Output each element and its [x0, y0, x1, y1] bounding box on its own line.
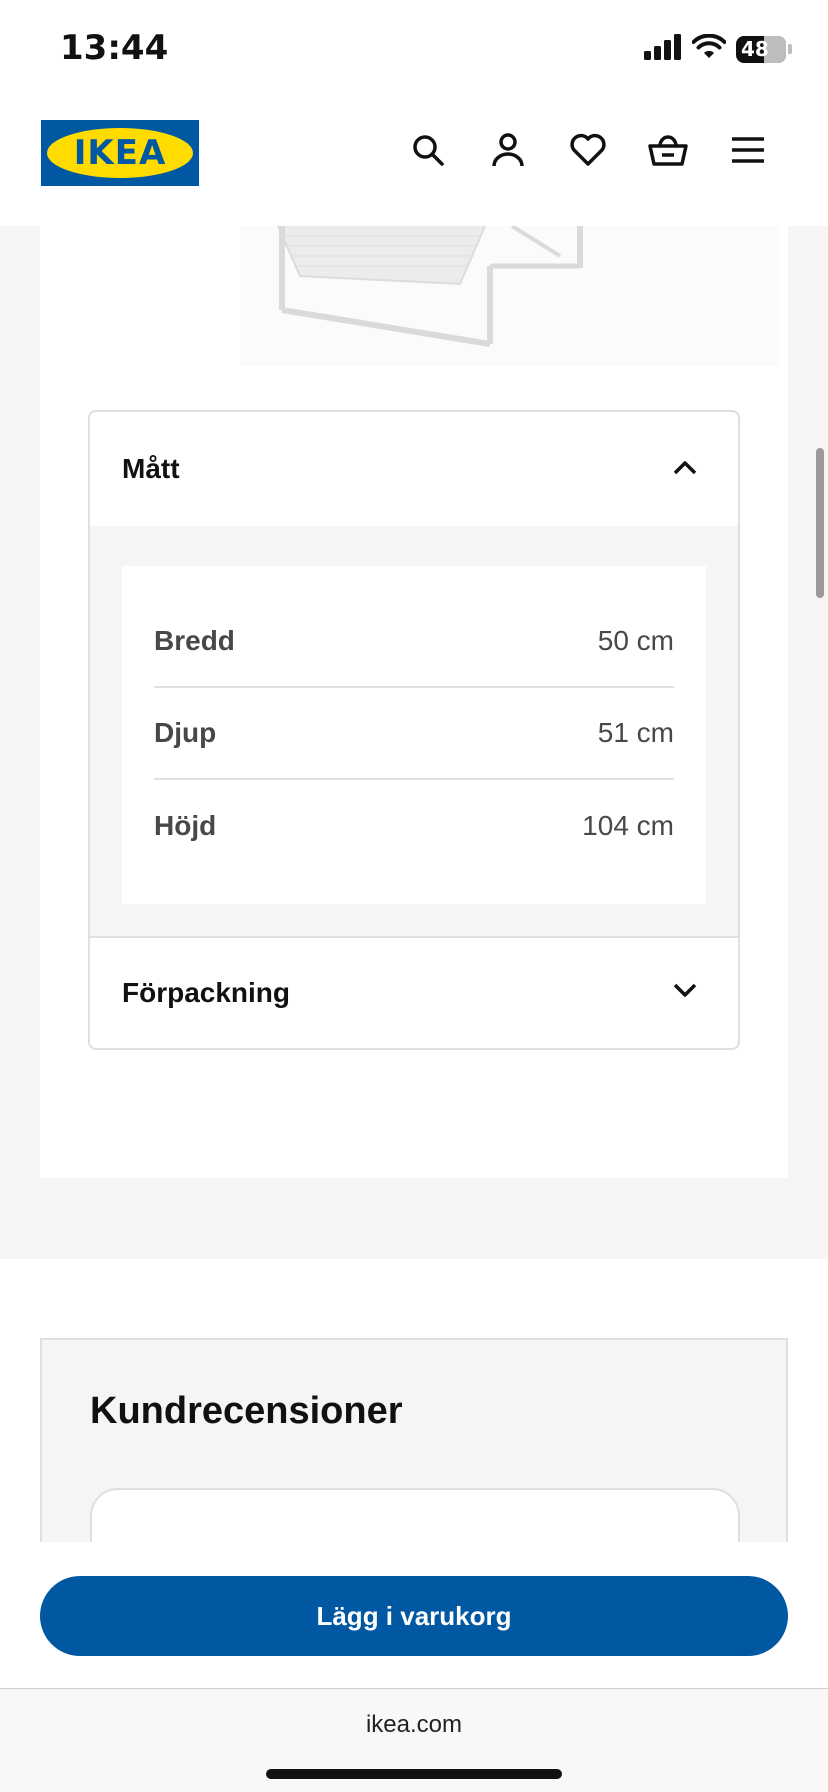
dimensions-toggle[interactable]: Mått	[90, 412, 738, 526]
dimensions-panel: Bredd 50 cm Djup 51 cm Höjd 104 cm	[90, 526, 738, 936]
browser-url-bar: ikea.com	[0, 1688, 828, 1792]
dimension-row-depth: Djup 51 cm	[154, 688, 674, 780]
dimension-row-height: Höjd 104 cm	[154, 780, 674, 872]
dimension-value: 50 cm	[597, 625, 674, 656]
logo-oval: IKEA	[47, 128, 193, 178]
logo-text: IKEA	[73, 133, 167, 173]
menu-icon[interactable]	[728, 130, 768, 170]
product-image	[240, 226, 780, 366]
dimensions-title: Mått	[122, 453, 180, 484]
dimension-label: Djup	[154, 717, 217, 748]
wifi-icon	[691, 33, 727, 65]
dimensions-list: Bredd 50 cm Djup 51 cm Höjd 104 cm	[122, 566, 706, 904]
status-time: 13:44	[60, 28, 169, 68]
site-header: IKEA	[0, 100, 828, 226]
dimension-value: 51 cm	[597, 717, 674, 748]
battery-cap	[788, 44, 792, 54]
dimension-label: Höjd	[154, 810, 217, 841]
battery-icon: 48	[736, 35, 786, 63]
cart-icon[interactable]	[648, 130, 688, 170]
dimension-label: Bredd	[154, 625, 235, 656]
search-icon[interactable]	[408, 130, 448, 170]
header-nav	[408, 130, 768, 170]
page-scrollbar[interactable]	[816, 448, 824, 598]
battery-level: 48	[741, 37, 769, 61]
status-icons: 48	[644, 33, 792, 65]
reviews-section: Kundrecensioner	[40, 1338, 788, 1542]
packaging-toggle[interactable]: Förpackning	[90, 936, 738, 1048]
heart-icon[interactable]	[568, 130, 608, 170]
account-icon[interactable]	[488, 130, 528, 170]
ikea-logo[interactable]: IKEA	[41, 120, 199, 186]
url-text[interactable]: ikea.com	[0, 1711, 828, 1739]
home-indicator[interactable]	[266, 1769, 562, 1779]
chevron-down-icon	[672, 982, 698, 1005]
dimension-row-width: Bredd 50 cm	[154, 596, 674, 688]
packaging-title: Förpackning	[122, 977, 291, 1008]
signal-icon	[644, 33, 682, 65]
reviews-title: Kundrecensioner	[90, 1390, 403, 1432]
chevron-up-icon	[672, 458, 698, 481]
dimensions-accordion: Mått Bredd 50 cm Djup 51 cm Höjd 104 cm …	[88, 410, 740, 1050]
reviews-summary-card[interactable]	[90, 1488, 740, 1542]
status-bar: 13:44 48	[0, 0, 828, 100]
add-to-cart-button[interactable]: Lägg i varukorg	[40, 1576, 788, 1656]
dimension-value: 104 cm	[582, 810, 674, 841]
